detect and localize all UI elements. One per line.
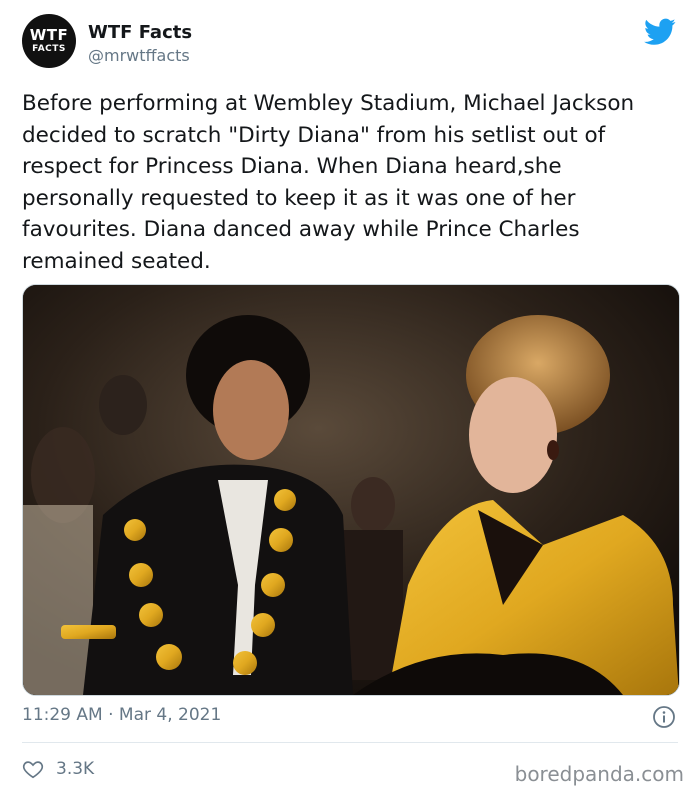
info-icon[interactable]: [652, 705, 676, 729]
like-count: 3.3K: [56, 759, 95, 779]
photo-illustration: [23, 285, 679, 695]
heart-icon[interactable]: [22, 758, 44, 780]
twitter-bird-icon[interactable]: [644, 18, 676, 46]
avatar-text-line1: WTF: [29, 26, 69, 44]
tweet-photo[interactable]: [22, 284, 680, 696]
divider: [22, 742, 678, 743]
watermark: boredpanda.com: [514, 762, 684, 786]
account-name[interactable]: WTF Facts: [88, 22, 192, 43]
avatar-text-line2: FACTS: [32, 44, 66, 54]
account-handle[interactable]: @mrwtffacts: [88, 46, 190, 65]
like-action[interactable]: 3.3K: [22, 757, 94, 781]
tweet-text: Before performing at Wembley Stadium, Mi…: [22, 91, 635, 274]
avatar[interactable]: WTF FACTS: [22, 14, 76, 68]
tweet-header: WTF FACTS WTF Facts @mrwtffacts: [22, 14, 682, 78]
tweet-timestamp[interactable]: 11:29 AM · Mar 4, 2021: [22, 705, 221, 725]
